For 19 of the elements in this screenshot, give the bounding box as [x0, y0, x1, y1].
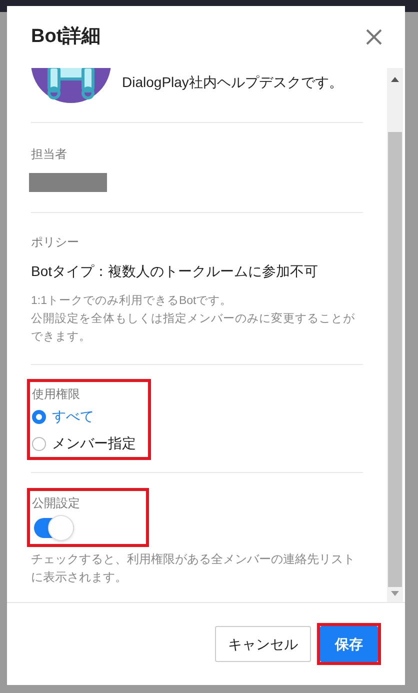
policy-note: 1:1トークでのみ利用できるBotです。	[31, 294, 234, 309]
publish-note: チェックすると、利用権限がある全メンバーの連絡先リストに表示されます。	[31, 551, 356, 586]
scroll-up-icon[interactable]	[391, 77, 399, 82]
save-button[interactable]: 保存	[320, 626, 378, 662]
scroll-down-icon[interactable]	[391, 591, 399, 596]
field-label: ポリシー	[31, 234, 80, 251]
radio-option[interactable]: すべて	[32, 403, 144, 430]
field-label: 使用権限	[32, 386, 81, 403]
field-label: 担当者	[31, 146, 68, 163]
toggle-switch[interactable]	[34, 518, 74, 538]
scrollbar[interactable]	[387, 68, 403, 602]
policy-note: 公開設定を全体もしくは指定メンバーのみに変更することができます。	[31, 311, 356, 345]
bot-type-text: Botタイプ：複数人のトークルームに参加不可	[31, 262, 320, 281]
field-label: 公開設定	[32, 495, 81, 512]
radio-option[interactable]: メンバー指定	[32, 430, 144, 457]
bot-description: DialogPlay社内ヘルプデスクです。	[122, 73, 343, 92]
dialog-title: Bot詳細	[31, 24, 101, 49]
close-icon[interactable]	[365, 28, 383, 46]
cancel-button[interactable]: キャンセル	[215, 626, 311, 662]
